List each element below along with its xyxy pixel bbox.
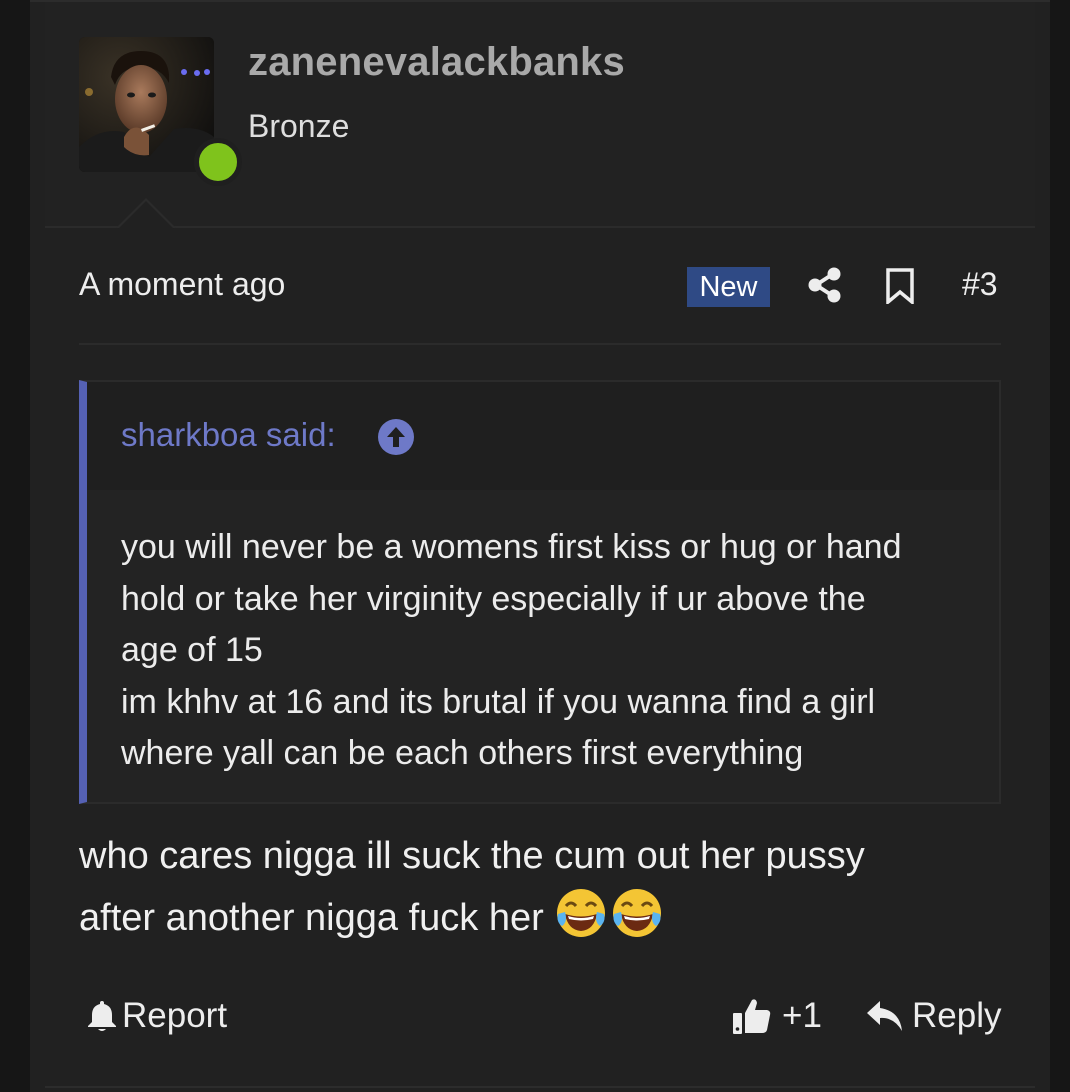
quote-content: you will never be a womens first kiss or… <box>121 522 991 780</box>
post-timestamp-link[interactable]: A moment ago <box>79 266 285 303</box>
forum-post: zanenevalackbanks Bronze A moment ago Ne… <box>30 0 1050 1092</box>
reply-arrow-icon <box>866 999 904 1033</box>
like-button[interactable]: +1 <box>732 994 822 1038</box>
thumbs-up-icon <box>732 996 772 1036</box>
quote-line: age of 15 <box>121 631 263 669</box>
username-link[interactable]: zanenevalackbanks <box>248 40 625 85</box>
avatar[interactable] <box>79 37 214 172</box>
quote-line: where yall can be each others first ever… <box>121 734 804 772</box>
report-label: Report <box>122 996 228 1035</box>
bottom-divider <box>45 1086 1035 1088</box>
report-button[interactable]: Report <box>86 994 227 1038</box>
reply-label: Reply <box>912 996 1002 1035</box>
tears-of-joy-emoji-icon <box>554 886 608 940</box>
quote-block: sharkboa said: you will never be a women… <box>79 380 1001 804</box>
bell-icon <box>86 999 118 1033</box>
arrow-up-circle-icon[interactable] <box>377 418 415 456</box>
bookmark-icon[interactable] <box>885 268 915 306</box>
tears-of-joy-emoji-icon <box>610 886 664 940</box>
post-message: who cares nigga ill suck the cum out her… <box>79 826 1019 948</box>
meta-divider <box>79 343 1001 345</box>
reply-button[interactable]: Reply <box>866 994 1001 1038</box>
message-line: after another nigga fuck her <box>79 897 555 939</box>
like-count: +1 <box>782 996 822 1035</box>
online-status-indicator <box>194 138 242 186</box>
share-icon[interactable] <box>806 266 844 304</box>
user-title: Bronze <box>248 108 350 144</box>
message-line-with-emoji: after another nigga fuck her <box>79 886 1019 948</box>
post-number-link[interactable]: #3 <box>962 266 998 303</box>
new-badge: New <box>687 267 770 307</box>
message-line: who cares nigga ill suck the cum out her… <box>79 835 865 877</box>
quote-line: im khhv at 16 and its brutal if you wann… <box>121 682 876 721</box>
quote-line: you will never be a womens first kiss or… <box>121 528 902 566</box>
quote-line: hold or take her virginity especially if… <box>121 579 866 618</box>
quote-author-link[interactable]: sharkboa said: <box>121 416 336 454</box>
